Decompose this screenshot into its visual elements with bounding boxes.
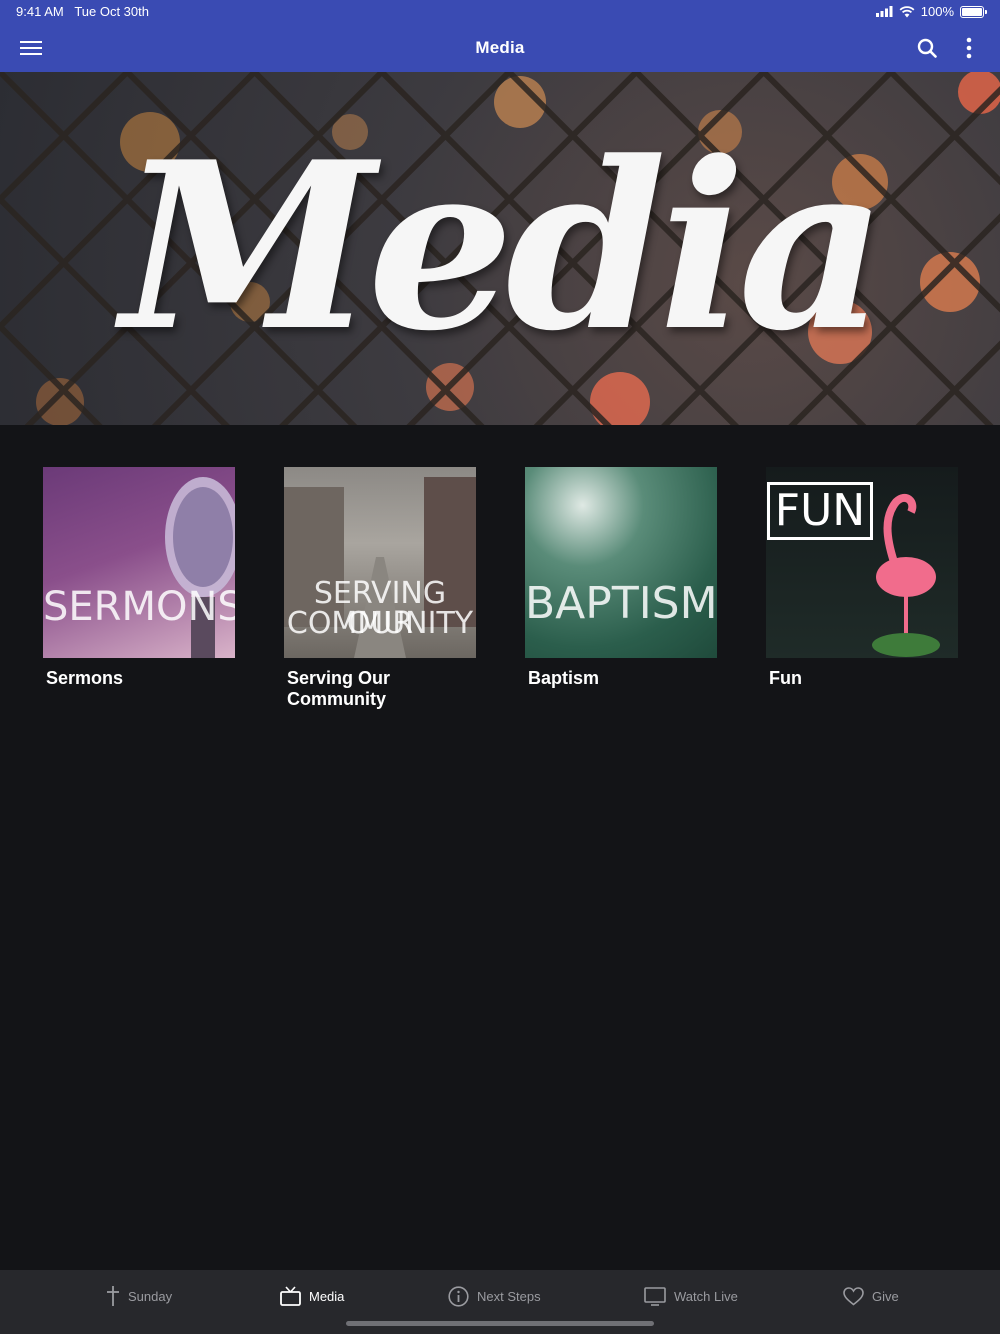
battery-icon: [960, 5, 987, 18]
more-vertical-icon: [966, 37, 972, 59]
category-card-baptism[interactable]: BAPTISM Baptism: [525, 467, 717, 710]
app-bar: Media: [0, 24, 1000, 72]
tab-watch-live[interactable]: Watch Live: [644, 1283, 738, 1309]
category-label: Fun: [769, 668, 802, 688]
baptism-thumbnail: BAPTISM: [525, 467, 717, 658]
hero-banner: Media: [0, 72, 1000, 425]
signal-icon: [875, 6, 893, 17]
sermons-thumbnail: SERMONS: [43, 467, 235, 658]
search-button[interactable]: [913, 34, 941, 62]
status-date: Tue Oct 30th: [74, 4, 149, 19]
monitor-icon: [644, 1286, 666, 1306]
category-card-sermons[interactable]: SERMONS Sermons: [43, 467, 235, 710]
home-indicator[interactable]: [346, 1321, 654, 1326]
hero-title: Media: [120, 112, 887, 382]
status-clock: 9:41 AM: [16, 4, 64, 19]
tab-label: Media: [309, 1288, 345, 1304]
media-category-grid: SERMONS Sermons SERVING OUR COMMUNITY Se…: [43, 467, 1000, 710]
tv-icon: [280, 1286, 301, 1306]
serving-image-text-line2: COMMUNITY: [286, 606, 474, 641]
tab-label: Watch Live: [674, 1288, 738, 1304]
category-label: Baptism: [528, 668, 600, 688]
tab-media[interactable]: Media: [280, 1283, 344, 1309]
category-label: Sermons: [46, 668, 124, 688]
tab-label: Give: [872, 1288, 899, 1304]
status-indicators: 100%: [875, 4, 987, 19]
category-label: Serving Our Community: [287, 668, 391, 709]
battery-percent: 100%: [920, 4, 954, 19]
tab-label: Next Steps: [477, 1288, 541, 1304]
fun-thumbnail: FUN: [766, 467, 958, 658]
wifi-icon: [899, 5, 915, 17]
category-card-serving-our-community[interactable]: SERVING OUR COMMUNITY Serving Our Commun…: [284, 467, 476, 710]
tab-sunday[interactable]: Sunday: [106, 1283, 172, 1309]
tab-give[interactable]: Give: [843, 1283, 899, 1309]
heart-icon: [843, 1286, 864, 1306]
serving-thumbnail: SERVING OUR COMMUNITY: [284, 467, 476, 658]
baptism-image-text: BAPTISM: [525, 578, 717, 629]
status-bar: 9:41 AM Tue Oct 30th 100%: [0, 0, 1000, 24]
tab-label: Sunday: [128, 1288, 173, 1304]
fun-image-text: FUN: [774, 485, 866, 536]
tab-next-steps[interactable]: Next Steps: [448, 1283, 541, 1309]
category-card-fun[interactable]: FUN Fun: [766, 467, 958, 710]
more-options-button[interactable]: [955, 34, 983, 62]
cross-icon: [107, 1286, 119, 1306]
page-title: Media: [475, 38, 525, 57]
info-icon: [448, 1285, 469, 1307]
sermons-image-text: SERMONS: [43, 584, 235, 630]
search-icon: [917, 38, 937, 58]
status-time: 9:41 AM Tue Oct 30th: [16, 4, 149, 19]
